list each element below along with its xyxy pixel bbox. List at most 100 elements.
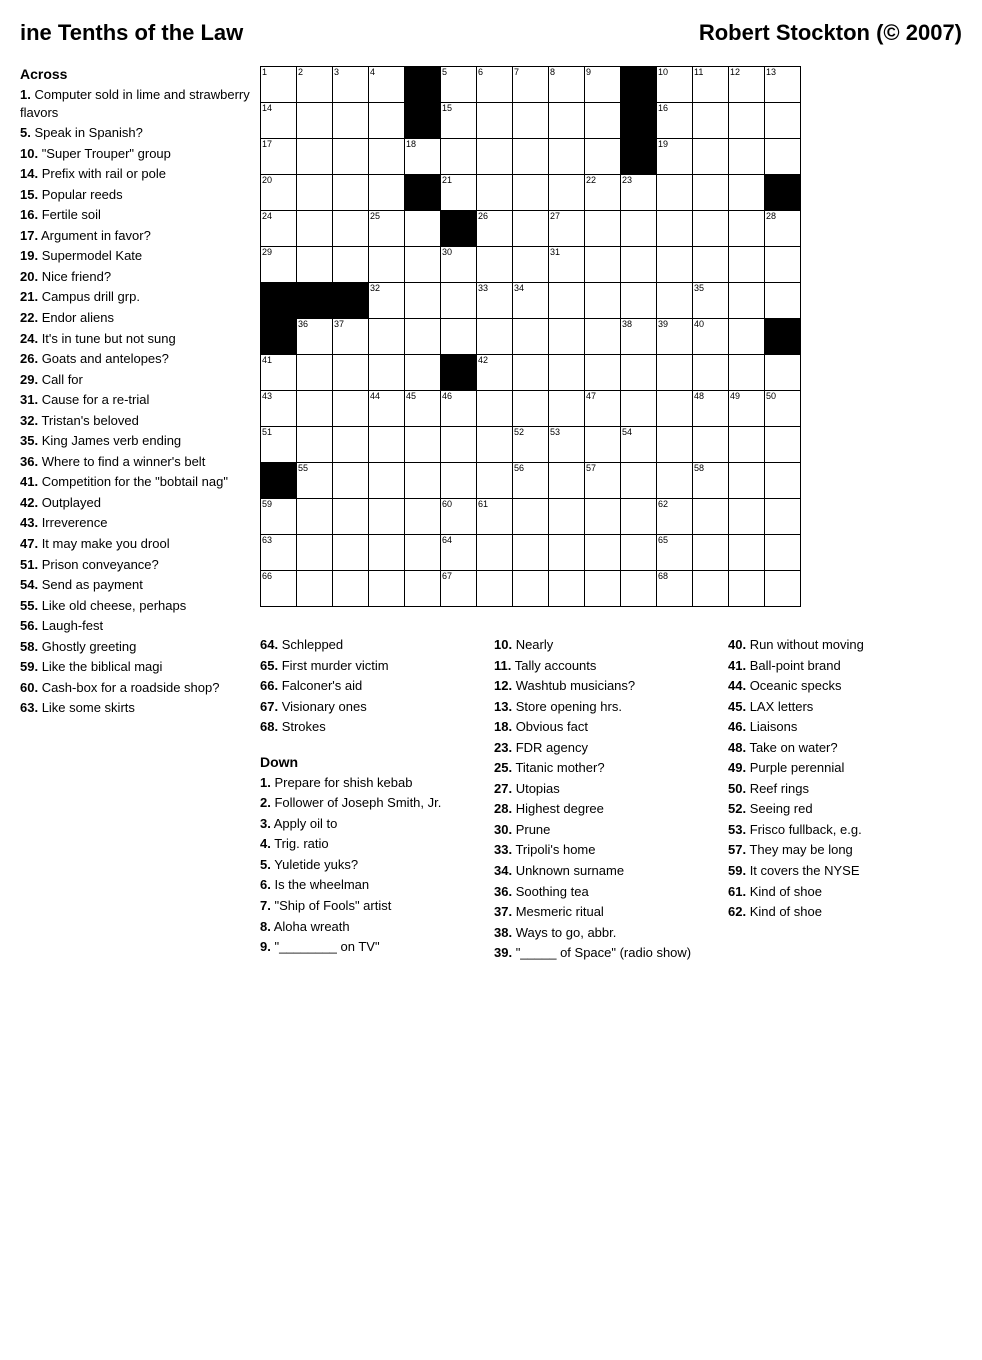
grid-cell [657, 247, 693, 283]
grid-cell [405, 67, 441, 103]
grid-cell [441, 283, 477, 319]
grid-cell [369, 247, 405, 283]
cell-number: 42 [478, 356, 488, 365]
clue-item: 41. Competition for the "bobtail nag" [20, 473, 250, 491]
clue-item: 46. Liaisons [728, 718, 952, 736]
grid-cell [405, 283, 441, 319]
title-right: Robert Stockton (© 2007) [699, 20, 962, 46]
grid-cell: 28 [765, 211, 801, 247]
clue-item: 20. Nice friend? [20, 268, 250, 286]
clue-item: 54. Send as payment [20, 576, 250, 594]
grid-cell: 18 [405, 139, 441, 175]
cell-number: 53 [550, 428, 560, 437]
grid-cell: 51 [261, 427, 297, 463]
grid-cell [441, 211, 477, 247]
grid-cell [441, 319, 477, 355]
grid-cell [657, 355, 693, 391]
grid-cell [369, 175, 405, 211]
grid-cell [441, 427, 477, 463]
cell-number: 17 [262, 140, 272, 149]
grid-cell [765, 175, 801, 211]
grid-cell: 9 [585, 67, 621, 103]
clue-item: 50. Reef rings [728, 780, 952, 798]
grid-cell [621, 355, 657, 391]
grid-cell [693, 535, 729, 571]
clue-item: 4. Trig. ratio [260, 835, 484, 853]
grid-cell [369, 319, 405, 355]
clue-item: 48. Take on water? [728, 739, 952, 757]
grid-cell: 12 [729, 67, 765, 103]
clue-item: 53. Frisco fullback, e.g. [728, 821, 952, 839]
grid-cell [693, 211, 729, 247]
grid-cell [477, 139, 513, 175]
grid-cell [261, 463, 297, 499]
grid-cell: 38 [621, 319, 657, 355]
grid-cell: 50 [765, 391, 801, 427]
grid-cell [729, 211, 765, 247]
grid-cell [621, 571, 657, 607]
clue-item: 47. It may make you drool [20, 535, 250, 553]
grid-cell [477, 319, 513, 355]
grid-cell: 8 [549, 67, 585, 103]
clue-item: 37. Mesmeric ritual [494, 903, 718, 921]
grid-cell: 31 [549, 247, 585, 283]
clue-item: 12. Washtub musicians? [494, 677, 718, 695]
clue-item: 34. Unknown surname [494, 862, 718, 880]
clue-item: 62. Kind of shoe [728, 903, 952, 921]
clue-item: 59. It covers the NYSE [728, 862, 952, 880]
clue-item: 38. Ways to go, abbr. [494, 924, 718, 942]
clue-item: 21. Campus drill grp. [20, 288, 250, 306]
grid-cell [333, 211, 369, 247]
clue-item: 41. Ball-point brand [728, 657, 952, 675]
grid-cell: 65 [657, 535, 693, 571]
cell-number: 19 [658, 140, 668, 149]
grid-cell [549, 463, 585, 499]
grid-cell: 60 [441, 499, 477, 535]
grid-cell: 1 [261, 67, 297, 103]
grid-cell [477, 247, 513, 283]
cell-number: 20 [262, 176, 272, 185]
grid-cell [441, 139, 477, 175]
grid-cell [405, 571, 441, 607]
clue-item: 57. They may be long [728, 841, 952, 859]
grid-cell: 10 [657, 67, 693, 103]
grid-cell [549, 499, 585, 535]
cell-number: 67 [442, 572, 452, 581]
grid-cell: 14 [261, 103, 297, 139]
clue-item: 26. Goats and antelopes? [20, 350, 250, 368]
cell-number: 27 [550, 212, 560, 221]
grid-cell [621, 283, 657, 319]
grid-cell [729, 175, 765, 211]
clue-item: 1. Prepare for shish kebab [260, 774, 484, 792]
cell-number: 60 [442, 500, 452, 509]
cell-number: 36 [298, 320, 308, 329]
grid-cell: 63 [261, 535, 297, 571]
grid-cell: 3 [333, 67, 369, 103]
grid-cell [729, 355, 765, 391]
grid-cell [765, 427, 801, 463]
clue-item: 5. Speak in Spanish? [20, 124, 250, 142]
title-left: ine Tenths of the Law [20, 20, 243, 46]
grid-cell [765, 247, 801, 283]
grid-cell [549, 355, 585, 391]
grid-cell [585, 535, 621, 571]
grid-cell [369, 463, 405, 499]
grid-cell: 24 [261, 211, 297, 247]
grid-cell [333, 499, 369, 535]
cell-number: 50 [766, 392, 776, 401]
grid-cell: 22 [585, 175, 621, 211]
cell-number: 28 [766, 212, 776, 221]
grid-cell: 54 [621, 427, 657, 463]
cell-number: 14 [262, 104, 272, 113]
grid-cell [369, 571, 405, 607]
grid-cell: 7 [513, 67, 549, 103]
clue-item: 64. Schlepped [260, 636, 484, 654]
clue-item: 3. Apply oil to [260, 815, 484, 833]
grid-cell: 49 [729, 391, 765, 427]
clue-item: 10. "Super Trouper" group [20, 145, 250, 163]
clue-item: 59. Like the biblical magi [20, 658, 250, 676]
cell-number: 64 [442, 536, 452, 545]
cell-number: 1 [262, 68, 267, 77]
grid-cell: 45 [405, 391, 441, 427]
cell-number: 6 [478, 68, 483, 77]
